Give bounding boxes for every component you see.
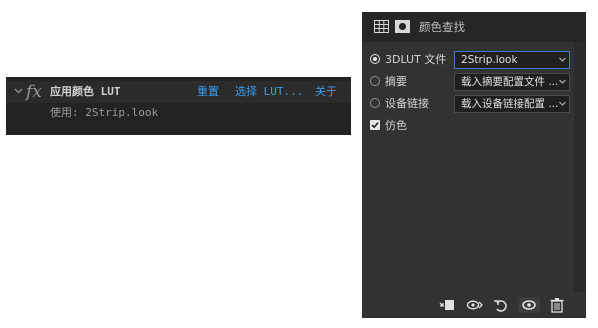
reset-link[interactable]: 重置 (197, 81, 219, 103)
radio-3dlut[interactable] (370, 54, 380, 64)
device-link-dropdown[interactable]: 载入设备链接配置 ... (454, 95, 570, 113)
view-previous-state-icon[interactable] (466, 297, 484, 313)
option-3dlut-file[interactable]: 3DLUT 文件 2Strip.look (370, 51, 570, 69)
dither-label: 仿色 (385, 119, 407, 132)
effect-header[interactable]: fx 应用颜色 LUT 重置 选择 LUT... 关于 (6, 81, 351, 103)
trash-icon[interactable] (548, 297, 566, 313)
fx-icon[interactable]: fx (26, 81, 42, 103)
option-device-link[interactable]: 设备链接 载入设备链接配置 ... (370, 95, 570, 113)
visibility-icon[interactable] (518, 297, 540, 313)
panel-scrollbar[interactable] (574, 42, 586, 292)
option-label: 摘要 (385, 75, 407, 88)
radio-abstract[interactable] (370, 76, 380, 86)
chevron-down-icon (559, 101, 566, 106)
adjustments-grid-icon[interactable] (374, 20, 389, 33)
lookup-options: 3DLUT 文件 2Strip.look 摘要 载入摘要配置文件 ... 设备链… (362, 42, 574, 292)
option-abstract[interactable]: 摘要 载入摘要配置文件 ... (370, 73, 570, 91)
checkmark-icon (371, 122, 379, 129)
option-label: 3DLUT 文件 (385, 53, 447, 66)
choose-lut-link[interactable]: 选择 LUT... (235, 81, 303, 103)
chevron-down-icon[interactable] (14, 86, 23, 95)
abstract-dropdown[interactable]: 载入摘要配置文件 ... (454, 73, 570, 91)
effect-name: 应用颜色 LUT (50, 85, 121, 98)
radio-device-link[interactable] (370, 98, 380, 108)
dropdown-value: 载入摘要配置文件 ... (461, 76, 559, 88)
panel-footer (362, 292, 586, 318)
3dlut-file-dropdown[interactable]: 2Strip.look (454, 51, 570, 69)
properties-panel: 颜色查找 3DLUT 文件 2Strip.look 摘要 载入摘要配置文件 ..… (362, 12, 586, 318)
panel-header: 颜色查找 (362, 12, 586, 42)
dropdown-value: 载入设备链接配置 ... (461, 98, 559, 110)
layer-mask-icon[interactable] (395, 20, 410, 33)
option-dither[interactable]: 仿色 (370, 117, 570, 135)
lut-usage-text: 使用: 2Strip.look (50, 106, 159, 119)
chevron-down-icon (559, 57, 566, 62)
dither-checkbox[interactable] (370, 120, 380, 130)
clip-to-layer-icon[interactable] (438, 297, 456, 313)
about-link[interactable]: 关于 (315, 81, 351, 103)
option-label: 设备链接 (385, 97, 429, 110)
dropdown-value: 2Strip.look (461, 54, 518, 66)
chevron-down-icon (559, 79, 566, 84)
panel-title: 颜色查找 (419, 20, 465, 34)
effect-controls-panel: fx 应用颜色 LUT 重置 选择 LUT... 关于 使用: 2Strip.l… (6, 77, 351, 135)
reset-icon[interactable] (492, 297, 510, 313)
